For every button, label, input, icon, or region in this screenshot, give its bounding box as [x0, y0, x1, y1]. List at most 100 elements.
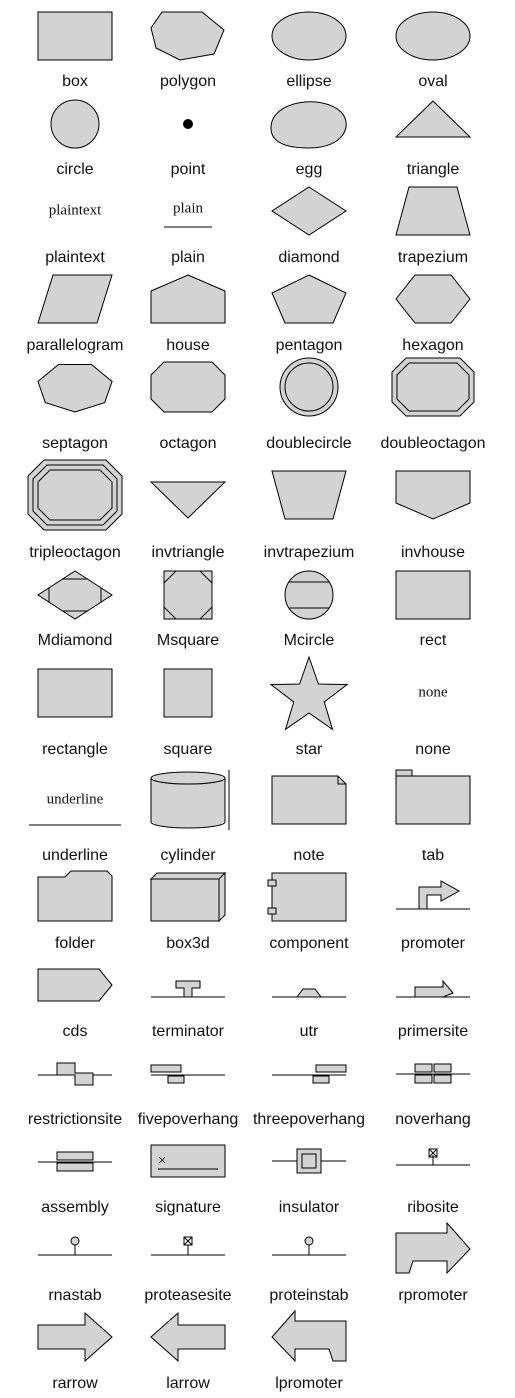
shape-label-trapezium: trapezium — [398, 249, 468, 266]
shape-label-utr: utr — [300, 1023, 319, 1040]
shape-egg — [270, 101, 347, 149]
shape-utr — [272, 988, 346, 998]
shape-label-invhouse: invhouse — [401, 544, 465, 561]
shape-label-underline: underline — [42, 847, 108, 864]
shape-oval — [395, 11, 471, 61]
shape-label-note: note — [293, 847, 324, 864]
shape-hexagon — [395, 274, 471, 324]
shape-rectangle — [37, 668, 113, 718]
shape-terminator — [151, 980, 225, 998]
shape-pentagon — [271, 274, 347, 324]
shape-promoter — [396, 880, 470, 910]
shape-label-octagon: octagon — [160, 435, 217, 452]
shape-label-signature: signature — [155, 1199, 221, 1216]
shape-label-square: square — [164, 741, 213, 758]
shape-lpromoter — [271, 1309, 347, 1363]
shape-proteasesite — [151, 1236, 225, 1256]
shape-assembly — [38, 1151, 112, 1172]
shape-label-insulator: insulator — [279, 1199, 340, 1216]
shape-diamond — [271, 186, 347, 236]
shape-label-oval: oval — [418, 73, 447, 90]
svg-text:plaintext: plaintext — [49, 202, 102, 218]
shape-note — [271, 775, 347, 825]
shape-rarrow — [37, 1311, 113, 1363]
shape-label-fivepoverhang: fivepoverhang — [138, 1111, 239, 1128]
shape-label-box3d: box3d — [166, 935, 210, 952]
shape-tab — [395, 769, 471, 825]
shape-Mcircle — [284, 570, 334, 620]
shape-square — [163, 668, 213, 718]
shape-insulator — [272, 1148, 346, 1174]
shape-house — [150, 274, 226, 324]
shape-plaintext: plaintext — [49, 202, 102, 218]
shape-label-triangle: triangle — [407, 161, 460, 178]
shape-signature: × — [150, 1144, 226, 1178]
shape-none: none — [418, 684, 448, 700]
shape-larrow — [150, 1311, 226, 1363]
shape-label-hexagon: hexagon — [402, 337, 463, 354]
shape-septagon — [37, 363, 113, 413]
svg-text:none: none — [418, 684, 448, 700]
shape-label-terminator: terminator — [152, 1023, 225, 1040]
shape-invtrapezium — [271, 470, 347, 520]
shape-label-house: house — [166, 337, 210, 354]
shape-cds — [37, 968, 113, 1002]
shape-label-parallelogram: parallelogram — [27, 337, 124, 354]
shape-threepoverhang — [272, 1064, 347, 1084]
shape-circle — [50, 99, 100, 149]
shape-label-Mcircle: Mcircle — [284, 632, 335, 649]
shape-label-tab: tab — [422, 847, 444, 864]
shape-label-restrictionsite: restrictionsite — [28, 1111, 122, 1128]
shape-polygon — [150, 11, 225, 61]
shape-underline: underline — [29, 791, 121, 826]
shape-label-doubleoctagon: doubleoctagon — [381, 435, 486, 452]
shape-label-plain: plain — [171, 249, 205, 266]
shape-doubleoctagon — [391, 357, 475, 417]
shape-label-star: star — [296, 741, 323, 758]
shape-label-rnastab: rnastab — [48, 1287, 101, 1304]
shape-rpromoter — [395, 1221, 471, 1275]
shape-label-egg: egg — [296, 161, 323, 178]
shape-trapezium — [395, 186, 471, 236]
shape-label-noverhang: noverhang — [395, 1111, 471, 1128]
shape-ribosite — [396, 1148, 470, 1166]
shape-label-polygon: polygon — [160, 73, 216, 90]
shape-label-invtrapezium: invtrapezium — [264, 544, 355, 561]
shape-label-rectangle: rectangle — [42, 741, 108, 758]
shape-label-septagon: septagon — [42, 435, 108, 452]
shape-label-rect: rect — [420, 632, 447, 649]
shape-label-Msquare: Msquare — [157, 632, 219, 649]
shape-star — [269, 655, 349, 731]
shape-label-ellipse: ellipse — [286, 73, 331, 90]
shape-rect — [395, 570, 471, 620]
shape-label-proteinstab: proteinstab — [269, 1287, 348, 1304]
shape-label-cylinder: cylinder — [160, 847, 216, 864]
shape-cylinder — [150, 770, 230, 830]
shape-proteinstab — [272, 1236, 346, 1256]
shape-Mdiamond — [37, 570, 113, 620]
shape-tripleoctagon — [27, 459, 123, 531]
shape-doublecircle — [279, 357, 339, 417]
shape-invtriangle — [149, 481, 227, 519]
shape-label-invtriangle: invtriangle — [152, 544, 225, 561]
shape-primersite — [396, 979, 470, 998]
shape-fivepoverhang — [150, 1064, 225, 1084]
shape-label-folder: folder — [55, 935, 96, 952]
shape-triangle — [394, 100, 472, 138]
shape-box3d — [149, 871, 227, 923]
shape-ellipse — [271, 11, 347, 61]
shape-label-pentagon: pentagon — [276, 337, 343, 354]
shape-component — [267, 872, 347, 922]
shape-label-threepoverhang: threepoverhang — [253, 1111, 365, 1128]
shape-label-circle: circle — [56, 161, 93, 178]
shape-label-promoter: promoter — [401, 935, 466, 952]
shape-label-component: component — [269, 935, 349, 952]
shape-label-lpromoter: lpromoter — [275, 1375, 343, 1392]
shape-label-assembly: assembly — [41, 1199, 109, 1216]
shape-parallelogram — [37, 274, 113, 324]
shape-label-point: point — [171, 161, 206, 178]
shape-rnastab — [38, 1236, 112, 1256]
shape-label-diamond: diamond — [278, 249, 339, 266]
shape-point — [183, 119, 193, 129]
shape-label-none: none — [415, 741, 451, 758]
